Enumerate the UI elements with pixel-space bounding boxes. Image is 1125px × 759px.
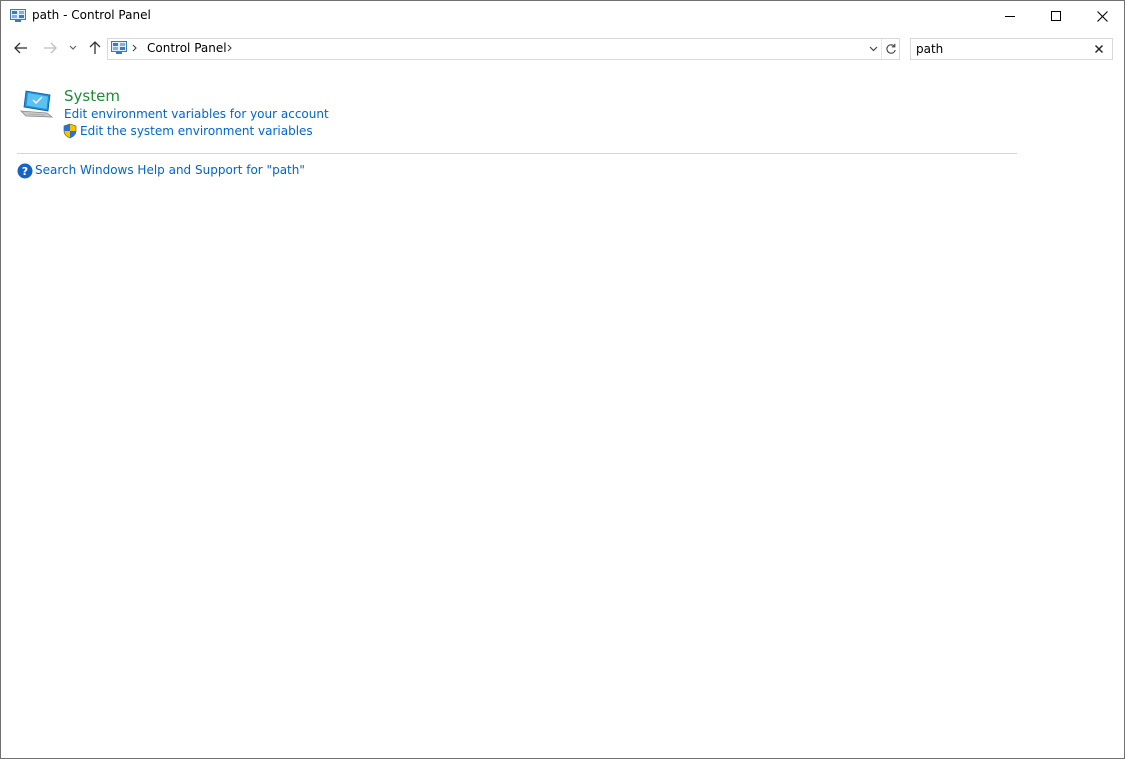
svg-text:?: ? bbox=[22, 165, 28, 178]
chevron-down-icon bbox=[69, 45, 77, 50]
window-title: path - Control Panel bbox=[32, 8, 151, 22]
navigation-bar: Control Panel bbox=[1, 33, 1124, 65]
control-panel-icon bbox=[111, 41, 127, 55]
divider bbox=[17, 153, 1017, 154]
refresh-button[interactable] bbox=[881, 39, 900, 59]
edit-user-env-vars-link[interactable]: Edit environment variables for your acco… bbox=[64, 107, 329, 121]
close-icon bbox=[1096, 10, 1108, 22]
breadcrumb-separator-icon[interactable] bbox=[132, 42, 138, 57]
arrow-left-icon bbox=[14, 42, 27, 54]
edit-system-env-vars-link[interactable]: Edit the system environment variables bbox=[80, 124, 313, 138]
refresh-icon bbox=[886, 43, 896, 54]
recent-locations-button[interactable] bbox=[65, 38, 81, 58]
clear-search-button[interactable] bbox=[1091, 41, 1107, 57]
uac-shield-icon bbox=[62, 123, 78, 139]
maximize-button[interactable] bbox=[1033, 1, 1079, 31]
control-panel-icon bbox=[10, 9, 26, 22]
forward-button[interactable] bbox=[40, 38, 60, 58]
breadcrumb-separator-icon[interactable] bbox=[227, 42, 233, 57]
chevron-down-icon bbox=[869, 46, 877, 52]
breadcrumb-control-panel[interactable]: Control Panel bbox=[147, 41, 227, 55]
close-icon bbox=[1095, 45, 1103, 53]
minimize-icon bbox=[1005, 16, 1015, 17]
search-input[interactable] bbox=[916, 40, 1086, 57]
search-help-link[interactable]: Search Windows Help and Support for "pat… bbox=[35, 163, 305, 177]
category-title-system[interactable]: System bbox=[64, 87, 120, 105]
address-dropdown-button[interactable] bbox=[865, 39, 881, 59]
arrow-up-icon bbox=[89, 41, 101, 54]
help-question-icon[interactable]: ? bbox=[17, 163, 33, 179]
up-button[interactable] bbox=[85, 38, 105, 58]
search-box[interactable] bbox=[910, 38, 1113, 60]
system-laptop-icon[interactable] bbox=[19, 89, 54, 119]
search-results: System Edit environment variables for yo… bbox=[1, 65, 1124, 758]
back-button[interactable] bbox=[11, 38, 31, 58]
explorer-window: path - Control Panel Control Panel path … bbox=[0, 0, 1125, 759]
title-bar[interactable]: path - Control Panel bbox=[1, 1, 1124, 31]
address-bar[interactable]: Control Panel bbox=[107, 38, 900, 60]
close-button[interactable] bbox=[1079, 1, 1124, 31]
maximize-icon bbox=[1051, 11, 1061, 21]
minimize-button[interactable] bbox=[987, 1, 1033, 31]
arrow-right-icon bbox=[44, 42, 57, 54]
